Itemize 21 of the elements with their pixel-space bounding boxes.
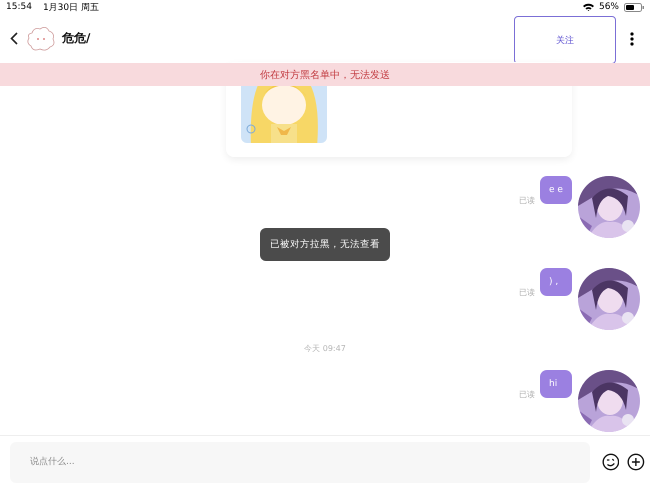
message-input[interactable]: 说点什么...	[10, 442, 590, 482]
read-receipt: 已读	[519, 287, 535, 298]
message-bubble[interactable]: e e	[540, 176, 572, 204]
battery-percent: 56%	[598, 2, 619, 12]
follow-button[interactable]: 关注	[514, 16, 616, 64]
contact-name: 危危/	[62, 30, 90, 47]
wifi-icon	[582, 3, 594, 11]
read-receipt: 已读	[519, 389, 535, 400]
blacklist-banner: 你在对方黑名单中，无法发送	[0, 63, 650, 86]
add-icon[interactable]	[627, 453, 645, 471]
battery-icon	[624, 2, 644, 12]
message-timestamp: 今天 09:47	[303, 343, 347, 354]
status-date: 1月30日 周五	[42, 2, 99, 14]
message-bubble[interactable]: ) ,	[540, 268, 572, 296]
status-time: 15:54	[6, 2, 32, 12]
read-receipt: 已读	[519, 195, 535, 206]
message-bubble[interactable]: hi	[540, 370, 572, 398]
emoji-icon[interactable]	[602, 453, 620, 471]
toast-message: 已被对方拉黑，无法查看	[260, 228, 390, 261]
more-icon[interactable]	[630, 32, 634, 46]
back-icon[interactable]	[10, 32, 18, 45]
